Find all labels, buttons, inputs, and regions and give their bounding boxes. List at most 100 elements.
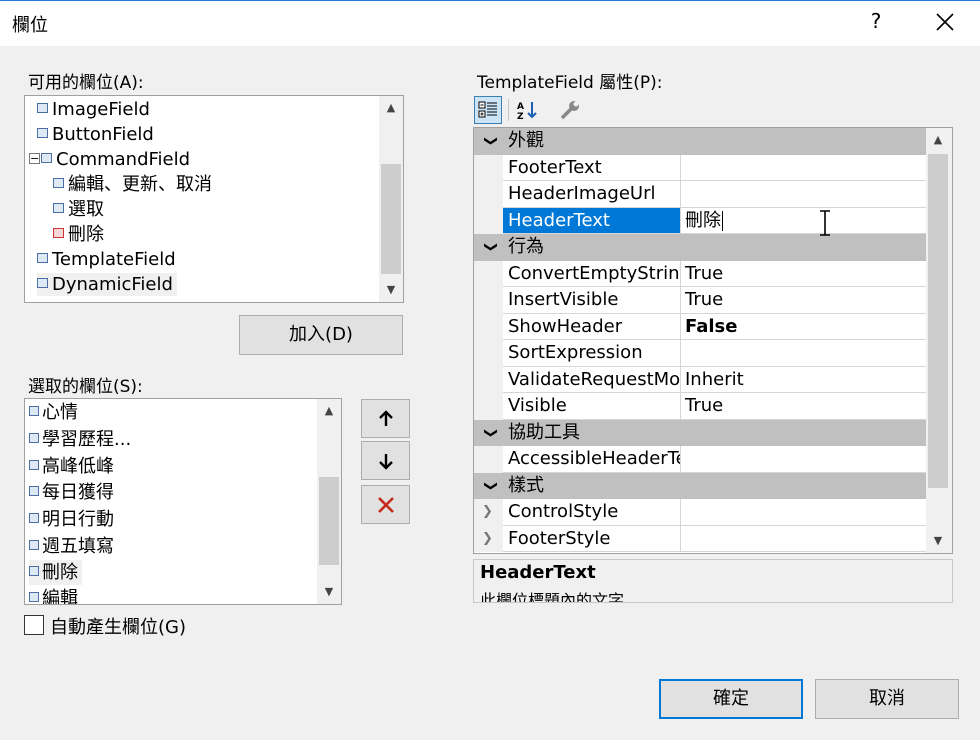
scroll-thumb[interactable]	[319, 477, 339, 565]
selected-fields-label: 選取的欄位(S):	[28, 377, 143, 397]
close-button[interactable]	[930, 7, 960, 37]
list-item[interactable]: 明日行動	[29, 507, 114, 532]
property-row-convertemptystring[interactable]: ConvertEmptyString True	[474, 260, 928, 287]
property-value[interactable]: True	[681, 393, 928, 420]
property-grid[interactable]: ❯ 外觀 FooterText HeaderImageUrl HeaderText…	[473, 127, 953, 554]
move-up-button[interactable]	[361, 399, 410, 438]
add-field-button[interactable]: 加入(D)	[239, 315, 403, 355]
scroll-up-icon[interactable]: ▲	[317, 399, 341, 423]
property-name: HeaderText	[503, 207, 681, 234]
remove-field-button[interactable]	[361, 485, 410, 524]
property-name: ConvertEmptyString	[503, 260, 681, 287]
property-value[interactable]	[681, 499, 928, 526]
property-row-headertext[interactable]: HeaderText 刪除	[474, 207, 928, 234]
property-row-footerstyle[interactable]: ❯ FooterStyle	[474, 525, 928, 552]
delete-x-icon	[377, 496, 394, 513]
category-label: 外觀	[508, 130, 544, 151]
property-value[interactable]: True	[681, 287, 928, 314]
help-button[interactable]: ?	[864, 9, 888, 33]
chevron-down-icon[interactable]: ❯	[477, 478, 503, 494]
scroll-down-icon[interactable]: ▼	[317, 580, 341, 604]
category-behavior[interactable]: ❯ 行為	[474, 234, 928, 261]
expand-chevron-icon[interactable]: ❯	[482, 526, 493, 552]
property-row-headerimageurl[interactable]: HeaderImageUrl	[474, 181, 928, 208]
property-row-accessibleheadertext[interactable]: AccessibleHeaderText	[474, 446, 928, 473]
list-item[interactable]: 心情	[29, 400, 78, 425]
list-item-label: 每日獲得	[42, 482, 114, 503]
chevron-down-icon[interactable]: ❯	[477, 133, 503, 149]
selected-scrollbar[interactable]: ▲ ▼	[317, 399, 341, 604]
list-item-label: 編輯	[42, 588, 78, 605]
arrow-down-icon	[378, 453, 393, 470]
list-item[interactable]: 週五填寫	[29, 534, 114, 559]
selected-fields-list[interactable]: 心情 學習歷程... 高峰低峰 每日獲得 明日行動 週五填寫 刪除 編輯 ▲ ▼	[24, 398, 342, 605]
available-fields-tree[interactable]: ImageField ButtonField − CommandField 編輯、…	[24, 95, 404, 303]
property-value[interactable]	[681, 181, 928, 208]
tree-item-select[interactable]: 選取	[53, 198, 104, 221]
cancel-button[interactable]: 取消	[815, 679, 959, 719]
property-grid-scrollbar[interactable]: ▲ ▼	[926, 128, 952, 553]
collapse-icon[interactable]: −	[29, 152, 40, 164]
field-icon	[29, 486, 39, 496]
property-row-footertext[interactable]: FooterText	[474, 154, 928, 181]
tree-item-label: 刪除	[68, 224, 104, 245]
scroll-up-icon[interactable]: ▲	[379, 96, 403, 120]
property-row-insertvisible[interactable]: InsertVisible True	[474, 287, 928, 314]
property-name: FooterText	[503, 154, 681, 181]
list-item[interactable]: 編輯	[29, 586, 78, 605]
property-row-validaterequestmode[interactable]: ValidateRequestModeInherit	[474, 366, 928, 393]
category-appearance[interactable]: ❯ 外觀	[474, 128, 928, 155]
tree-item-imagefield[interactable]: ImageField	[37, 98, 150, 121]
scroll-thumb[interactable]	[381, 164, 401, 274]
scroll-down-icon[interactable]: ▼	[379, 278, 403, 302]
list-item[interactable]: 高峰低峰	[29, 454, 114, 479]
command-icon	[53, 178, 64, 188]
available-scrollbar[interactable]: ▲ ▼	[379, 96, 403, 302]
category-accessibility[interactable]: ❯ 協助工具	[474, 419, 928, 446]
property-row-visible[interactable]: Visible True	[474, 393, 928, 420]
tree-item-templatefield[interactable]: TemplateField	[37, 248, 176, 271]
row-margin: ❯	[474, 499, 503, 526]
property-row-sortexpression[interactable]: SortExpression	[474, 340, 928, 367]
list-item[interactable]: 每日獲得	[29, 480, 114, 505]
ok-button[interactable]: 確定	[659, 679, 803, 719]
tree-item-commandfield[interactable]: − CommandField	[29, 148, 190, 171]
expand-chevron-icon[interactable]: ❯	[482, 499, 493, 525]
move-down-button[interactable]	[361, 441, 410, 480]
categorized-button[interactable]	[474, 96, 502, 124]
row-margin	[474, 181, 503, 208]
chevron-down-icon[interactable]: ❯	[477, 239, 503, 255]
delete-command-icon	[53, 228, 64, 238]
property-description-panel: HeaderText 此欄位標題內的文字。	[473, 559, 953, 603]
scroll-up-icon[interactable]: ▲	[926, 128, 950, 152]
close-icon	[936, 13, 954, 31]
list-item[interactable]: 學習歷程...	[29, 427, 131, 452]
property-value[interactable]: Inherit	[681, 367, 928, 393]
chevron-down-icon[interactable]: ❯	[477, 425, 503, 441]
property-value-editor[interactable]: 刪除	[681, 208, 928, 234]
alphabetical-button[interactable]: A Z	[514, 96, 542, 124]
scroll-down-icon[interactable]: ▼	[926, 529, 950, 553]
property-value[interactable]: False	[681, 314, 928, 340]
field-icon	[37, 103, 48, 113]
field-icon	[29, 540, 39, 550]
property-value[interactable]	[681, 155, 928, 181]
tree-item-delete[interactable]: 刪除	[53, 223, 104, 246]
property-value[interactable]	[681, 446, 928, 473]
property-name: SortExpression	[503, 340, 681, 367]
property-value[interactable]: True	[681, 261, 928, 287]
property-value[interactable]	[681, 526, 928, 552]
property-value[interactable]	[681, 340, 928, 367]
property-row-controlstyle[interactable]: ❯ ControlStyle	[474, 499, 928, 526]
tree-item-buttonfield[interactable]: ButtonField	[37, 123, 154, 146]
description-text: 此欄位標題內的文字。	[480, 591, 641, 603]
scroll-thumb[interactable]	[928, 154, 948, 488]
autogen-checkbox[interactable]	[24, 615, 44, 635]
property-row-showheader[interactable]: ShowHeader False	[474, 313, 928, 340]
list-item-selected[interactable]: 刪除	[29, 560, 82, 585]
property-pages-button[interactable]	[556, 96, 584, 124]
tree-item-dynamicfield[interactable]: DynamicField	[37, 273, 177, 296]
tree-item-edit-update-cancel[interactable]: 編輯、更新、取消	[53, 173, 212, 196]
category-styles[interactable]: ❯ 樣式	[474, 472, 928, 499]
row-margin	[474, 287, 503, 314]
